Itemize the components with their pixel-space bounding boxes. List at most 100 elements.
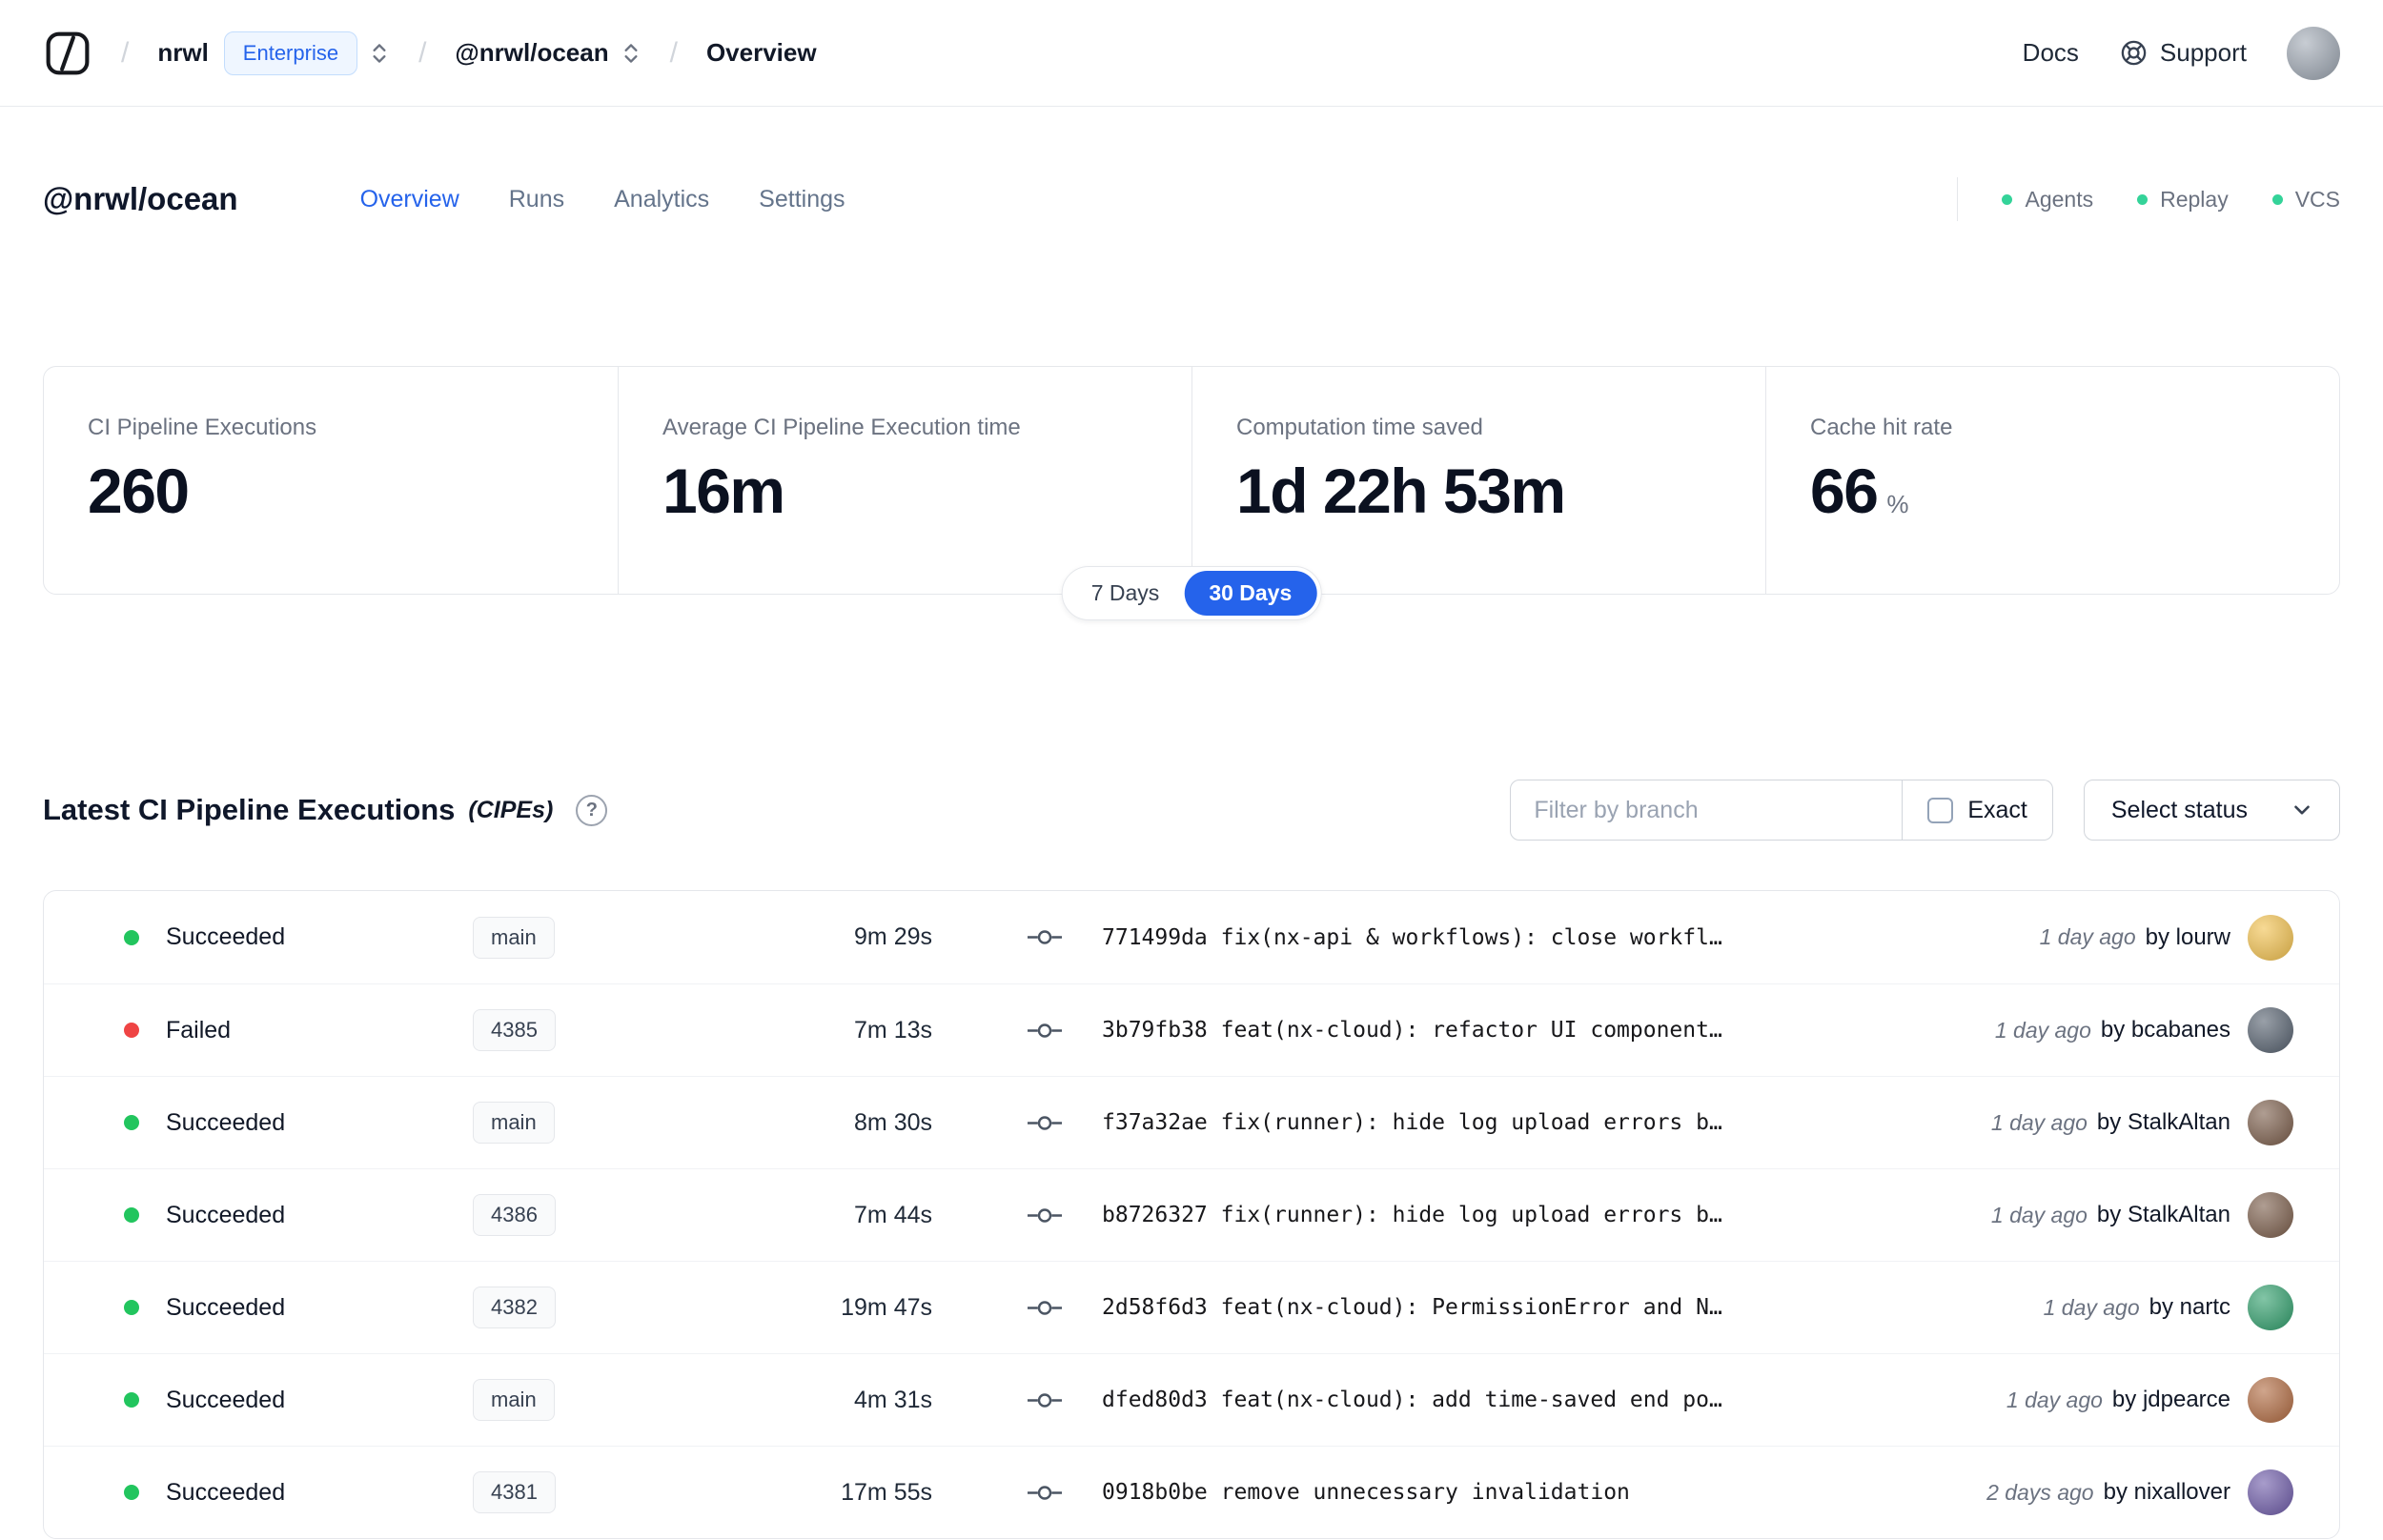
branch-badge[interactable]: 4381	[473, 1471, 556, 1513]
table-row[interactable]: Succeeded 4381 17m 55s 0918b0be remove u…	[44, 1446, 2339, 1538]
status-dot	[124, 1392, 139, 1408]
commit-message[interactable]: 771499da fix(nx-api & workflows): close …	[1102, 925, 2011, 950]
exact-checkbox[interactable]	[1927, 797, 1954, 823]
table-row[interactable]: Succeeded main 8m 30s f37a32ae fix(runne…	[44, 1076, 2339, 1168]
docs-link[interactable]: Docs	[2023, 38, 2079, 68]
metric-unit: %	[1886, 490, 1909, 518]
table-row[interactable]: Succeeded main 9m 29s 771499da fix(nx-ap…	[44, 891, 2339, 983]
tab-overview[interactable]: Overview	[360, 186, 459, 213]
table-row[interactable]: Succeeded main 4m 31s dfed80d3 feat(nx-c…	[44, 1353, 2339, 1446]
status-vcs[interactable]: VCS	[2271, 186, 2340, 213]
author-avatar[interactable]	[2248, 1285, 2293, 1330]
author: by StalkAltan	[2096, 1202, 2230, 1227]
org-switcher-icon[interactable]	[369, 39, 390, 68]
user-avatar[interactable]	[2287, 26, 2340, 80]
table-row[interactable]: Failed 4385 7m 13s 3b79fb38 feat(nx-clou…	[44, 983, 2339, 1076]
author: by StalkAltan	[2096, 1109, 2230, 1135]
author: by nixallover	[2103, 1479, 2230, 1505]
status-vcs-label: VCS	[2294, 186, 2340, 212]
org-name[interactable]: nrwl	[157, 38, 208, 68]
timestamp: 1 day ago	[1994, 1017, 2091, 1043]
logo-icon	[46, 31, 90, 74]
commit-message[interactable]: 2d58f6d3 feat(nx-cloud): PermissionError…	[1102, 1295, 2015, 1320]
branch-badge[interactable]: main	[473, 1379, 555, 1421]
cipes-table: Succeeded main 9m 29s 771499da fix(nx-ap…	[43, 890, 2340, 1539]
tab-analytics[interactable]: Analytics	[614, 186, 709, 213]
status-dot	[124, 929, 139, 945]
chevron-down-icon	[2294, 805, 2310, 815]
branch-badge[interactable]: main	[473, 1102, 555, 1144]
branch-badge[interactable]: 4382	[473, 1287, 556, 1328]
author: by lourw	[2145, 923, 2230, 950]
status-replay[interactable]: Replay	[2137, 187, 2229, 213]
table-row[interactable]: Succeeded 4386 7m 44s b8726327 fix(runne…	[44, 1168, 2339, 1261]
timestamp: 1 day ago	[2039, 924, 2136, 949]
metric-average-execution-time: Average CI Pipeline Execution time 16m	[618, 367, 1192, 594]
exact-match-toggle[interactable]: Exact	[1903, 780, 2053, 841]
author: by nartc	[2149, 1294, 2230, 1320]
nx-cloud-logo[interactable]	[43, 29, 92, 78]
workspace-tabs: Overview Runs Analytics Settings	[360, 186, 845, 213]
timestamp: 1 day ago	[2043, 1294, 2140, 1320]
author-avatar[interactable]	[2248, 914, 2293, 961]
status-dot	[124, 1300, 139, 1315]
table-row[interactable]: Succeeded 4382 19m 47s 2d58f6d3 feat(nx-…	[44, 1261, 2339, 1353]
green-dot-icon	[2137, 193, 2149, 205]
status-label: Succeeded	[166, 1386, 286, 1413]
commit-icon	[1028, 1392, 1066, 1408]
green-dot-icon	[2271, 193, 2283, 205]
metric-label: Average CI Pipeline Execution time	[662, 415, 1021, 440]
tab-runs[interactable]: Runs	[509, 186, 564, 213]
support-link[interactable]: Support	[2119, 38, 2247, 68]
timestamp: 1 day ago	[2006, 1387, 2103, 1412]
status-agents[interactable]: Agents	[2002, 187, 2093, 213]
duration: 9m 29s	[854, 923, 932, 950]
author-avatar[interactable]	[2248, 1100, 2293, 1145]
commit-message[interactable]: dfed80d3 feat(nx-cloud): add time-saved …	[1102, 1388, 1978, 1412]
commit-message[interactable]: 3b79fb38 feat(nx-cloud): refactor UI com…	[1102, 1018, 1966, 1043]
help-icon[interactable]: ?	[576, 794, 608, 826]
branch-badge[interactable]: 4385	[473, 1009, 556, 1051]
metric-value: 66	[1810, 456, 1879, 526]
duration: 4m 31s	[854, 1386, 932, 1413]
author: by jdpearce	[2111, 1387, 2230, 1412]
metric-cache-hit-rate: Cache hit rate 66 %	[1765, 367, 2339, 594]
tab-settings[interactable]: Settings	[759, 186, 845, 213]
commit-icon	[1028, 1207, 1066, 1224]
status-label: Failed	[166, 1016, 232, 1044]
range-7-days-button[interactable]: 7 Days	[1067, 571, 1185, 616]
commit-message[interactable]: b8726327 fix(runner): hide log upload er…	[1102, 1203, 1963, 1227]
author-avatar[interactable]	[2248, 1192, 2293, 1238]
duration: 8m 30s	[854, 1108, 932, 1136]
metric-value: 16m	[662, 456, 785, 526]
life-ring-icon	[2121, 40, 2147, 66]
duration: 19m 47s	[841, 1293, 932, 1321]
status-dot	[124, 1115, 139, 1130]
status-label: Succeeded	[166, 1108, 286, 1136]
metrics-section: CI Pipeline Executions 260 Average CI Pi…	[43, 366, 2340, 620]
metric-computation-time-saved: Computation time saved 1d 22h 53m	[1192, 367, 1765, 594]
breadcrumb-separator: /	[418, 36, 427, 69]
branch-badge[interactable]: 4386	[473, 1194, 556, 1236]
author-avatar[interactable]	[2248, 1007, 2293, 1053]
branch-filter-input[interactable]	[1510, 780, 1904, 841]
timestamp: 1 day ago	[1990, 1109, 2088, 1135]
support-label: Support	[2159, 38, 2247, 67]
metric-label: Computation time saved	[1236, 415, 1483, 440]
workspace-switcher-icon[interactable]	[621, 39, 642, 68]
author-avatar[interactable]	[2248, 1377, 2293, 1423]
commit-message[interactable]: 0918b0be remove unnecessary invalidation	[1102, 1480, 1958, 1505]
status-select-dropdown[interactable]: Select status	[2083, 780, 2340, 841]
status-dot	[124, 1207, 139, 1223]
commit-message[interactable]: f37a32ae fix(runner): hide log upload er…	[1102, 1110, 1963, 1135]
workspace-name[interactable]: @nrwl/ocean	[455, 38, 608, 68]
commit-icon	[1028, 1300, 1066, 1316]
timestamp: 1 day ago	[1990, 1202, 2088, 1227]
author-avatar[interactable]	[2248, 1469, 2293, 1515]
status-label: Succeeded	[166, 923, 286, 950]
range-30-days-button[interactable]: 30 Days	[1184, 571, 1317, 616]
status-agents-label: Agents	[2025, 186, 2094, 212]
commit-icon	[1028, 929, 1066, 945]
branch-badge[interactable]: main	[473, 916, 555, 959]
cipes-filters: Exact Select status	[1510, 780, 2340, 841]
